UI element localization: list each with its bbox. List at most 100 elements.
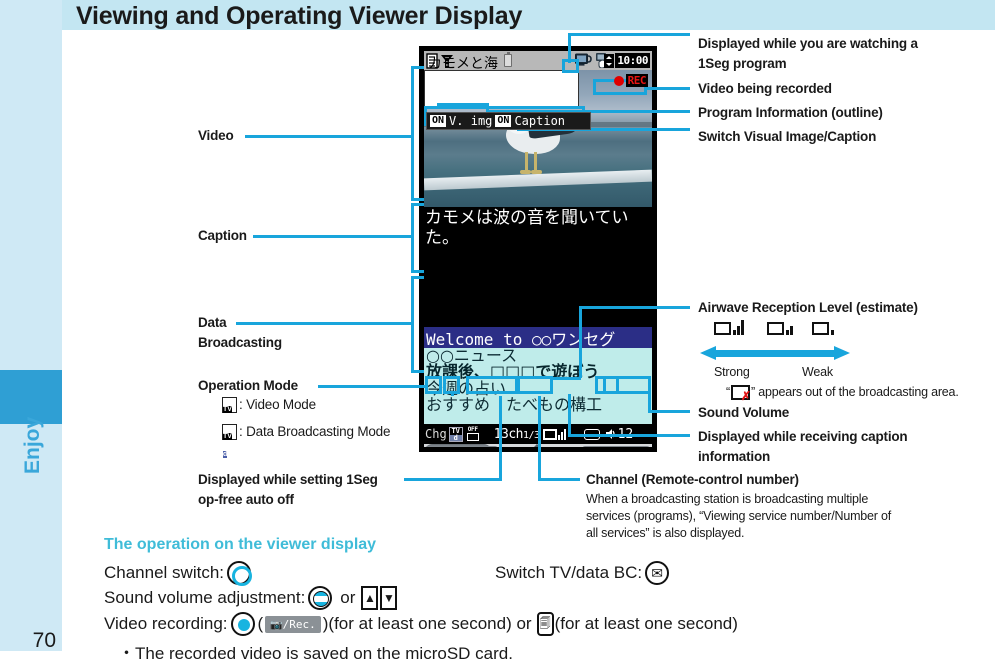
callout-bracket: [411, 203, 414, 273]
callout-line: [451, 394, 454, 396]
mini-tv-label: TV: [223, 406, 232, 414]
reception-bar: [560, 431, 563, 440]
callout-box-reception: [517, 376, 553, 394]
annotation-autooff-1: Displayed while setting 1Seg: [198, 472, 378, 487]
legend-dbc-mode-text: : Data Broadcasting Mode: [239, 424, 391, 439]
annotation-channel-desc-3: all services” is also displayed.: [586, 526, 745, 540]
program-title: カモメと海: [428, 56, 498, 72]
annotation-caption-recv-2: information: [698, 449, 771, 464]
strong-weak-arrow: [700, 345, 850, 363]
caption-on-chip: ON: [495, 115, 512, 127]
callout-bracket: [411, 198, 424, 201]
operation-mode-icon: TV d: [448, 426, 463, 442]
callout-line: [318, 385, 426, 388]
callout-box-mode: [425, 376, 442, 394]
seagull-foot: [531, 170, 542, 174]
operation-note: ・The recorded video is saved on the micr…: [118, 644, 513, 663]
operations-heading: The operation on the viewer display: [104, 536, 377, 553]
caption-area: カモメは波の音を聞いていた。: [424, 207, 652, 327]
switch-tv-label: Switch TV/data BC:: [495, 563, 643, 582]
out-of-area-pre: “: [726, 385, 730, 399]
callout-bracket: [411, 66, 414, 201]
nav-updown-key-icon[interactable]: [308, 586, 333, 610]
left-rail: [0, 0, 62, 651]
legend-video-mode: TV d : Video Mode: [222, 396, 316, 432]
clock-time: 10:00: [615, 53, 650, 68]
callout-line: [568, 434, 690, 437]
operation-sound-volume: Sound volume adjustment: or ▲ ▼: [104, 586, 398, 610]
annotation-watching-1: Displayed while you are watching a: [698, 36, 918, 51]
legend-video-mode-text: : Video Mode: [239, 397, 316, 412]
vimg-on-chip: ON: [430, 115, 447, 127]
or-label-1: or: [340, 588, 356, 607]
auto-off-label: OFF: [465, 426, 480, 433]
camera-key-icon[interactable]: 🗐: [536, 612, 554, 636]
mail-key-icon[interactable]: [645, 561, 670, 585]
out-of-area-icon: ✗: [730, 384, 751, 402]
callout-bracket: [411, 66, 424, 69]
callout-line: [236, 322, 411, 325]
annotation-switch-visual: Switch Visual Image/Caption: [698, 129, 877, 144]
annotation-data-broadcasting-2: Broadcasting: [198, 335, 282, 350]
out-of-area-note: “ ✗ ” appears out of the broadcasting ar…: [726, 384, 959, 402]
callout-line: [553, 377, 581, 380]
rec-paren-open: (: [257, 614, 264, 633]
softkey-epg[interactable]: EPG: [582, 446, 650, 447]
annotation-autooff-2: op-free auto off: [198, 492, 294, 507]
annotation-video: Video: [198, 128, 234, 143]
reception-weak-icon: [812, 316, 842, 338]
reception-strong-icon: [714, 316, 744, 338]
visual-caption-toggle-bar[interactable]: ON V. img ON Caption: [426, 112, 591, 130]
seagull-leg: [525, 152, 528, 172]
callout-line: [538, 396, 541, 478]
sound-volume-label: Sound volume adjustment:: [104, 588, 306, 607]
page-number: 70: [32, 629, 56, 652]
rec-paren-close: )(for at least one second) or: [322, 614, 532, 633]
callout-line: [538, 478, 580, 481]
page-title: Viewing and Operating Viewer Display: [76, 1, 523, 30]
annotation-caption: Caption: [198, 228, 247, 243]
seagull-foot: [520, 170, 531, 174]
battery-icon: [504, 52, 512, 67]
annotation-data-broadcasting-1: Data: [198, 315, 227, 330]
clock: 10:00: [604, 53, 650, 68]
reception-monitor: [542, 428, 557, 440]
annotation-caption-recv-1: Displayed while receiving caption: [698, 429, 908, 444]
rec-softkey-chip: 📷/Rec.: [265, 615, 321, 633]
down-key-icon[interactable]: ▼: [380, 586, 398, 610]
callout-line: [253, 235, 411, 238]
annotation-operation-mode: Operation Mode: [198, 378, 298, 393]
up-key-icon[interactable]: ▲: [361, 586, 379, 610]
nav-ring-key-icon[interactable]: [227, 561, 253, 586]
auto-off-monitor: [466, 432, 479, 441]
mini-tv-label: TV: [223, 433, 232, 441]
data-broadcasting-mode-icon: TV d: [222, 424, 237, 459]
callout-box-oneseg: [562, 59, 579, 73]
callout-box-captionrecv: [595, 376, 619, 394]
callout-line: [579, 306, 582, 378]
mini-d-label: d: [223, 451, 228, 459]
operation-channel-switch: Channel switch:: [104, 561, 254, 586]
callout-box-channel: [466, 376, 518, 394]
auto-off-icon: OFF: [465, 426, 480, 442]
out-of-area-post: ” appears out of the broadcasting area.: [750, 385, 959, 399]
annotation-airwave: Airwave Reception Level (estimate): [698, 300, 918, 315]
reception-bar: [557, 434, 560, 440]
center-key-icon[interactable]: [230, 612, 255, 636]
softkey-submenu[interactable]: Submenu: [426, 446, 498, 447]
annotation-watching-2: 1Seg program: [698, 56, 787, 71]
legend-dbc-mode: TV d : Data Broadcasting Mode: [222, 423, 391, 459]
operation-switch-tv: Switch TV/data BC:: [495, 561, 672, 585]
callout-bracket: [411, 203, 424, 206]
rec-dot-icon: [613, 75, 624, 86]
annotation-program-info: Program Information (outline): [698, 105, 883, 120]
vimg-label: V. img: [449, 114, 493, 128]
chapter-label: Enjoy: [21, 416, 44, 474]
callout-line: [568, 33, 690, 36]
rec-label: REC: [625, 74, 648, 87]
callout-line: [645, 87, 690, 90]
annotation-channel-desc-2: services (programs), “Viewing service nu…: [586, 509, 892, 523]
callout-line: [568, 394, 571, 437]
rec-tail: (for at least one second): [554, 614, 738, 633]
annotation-sound-volume: Sound Volume: [698, 405, 790, 420]
